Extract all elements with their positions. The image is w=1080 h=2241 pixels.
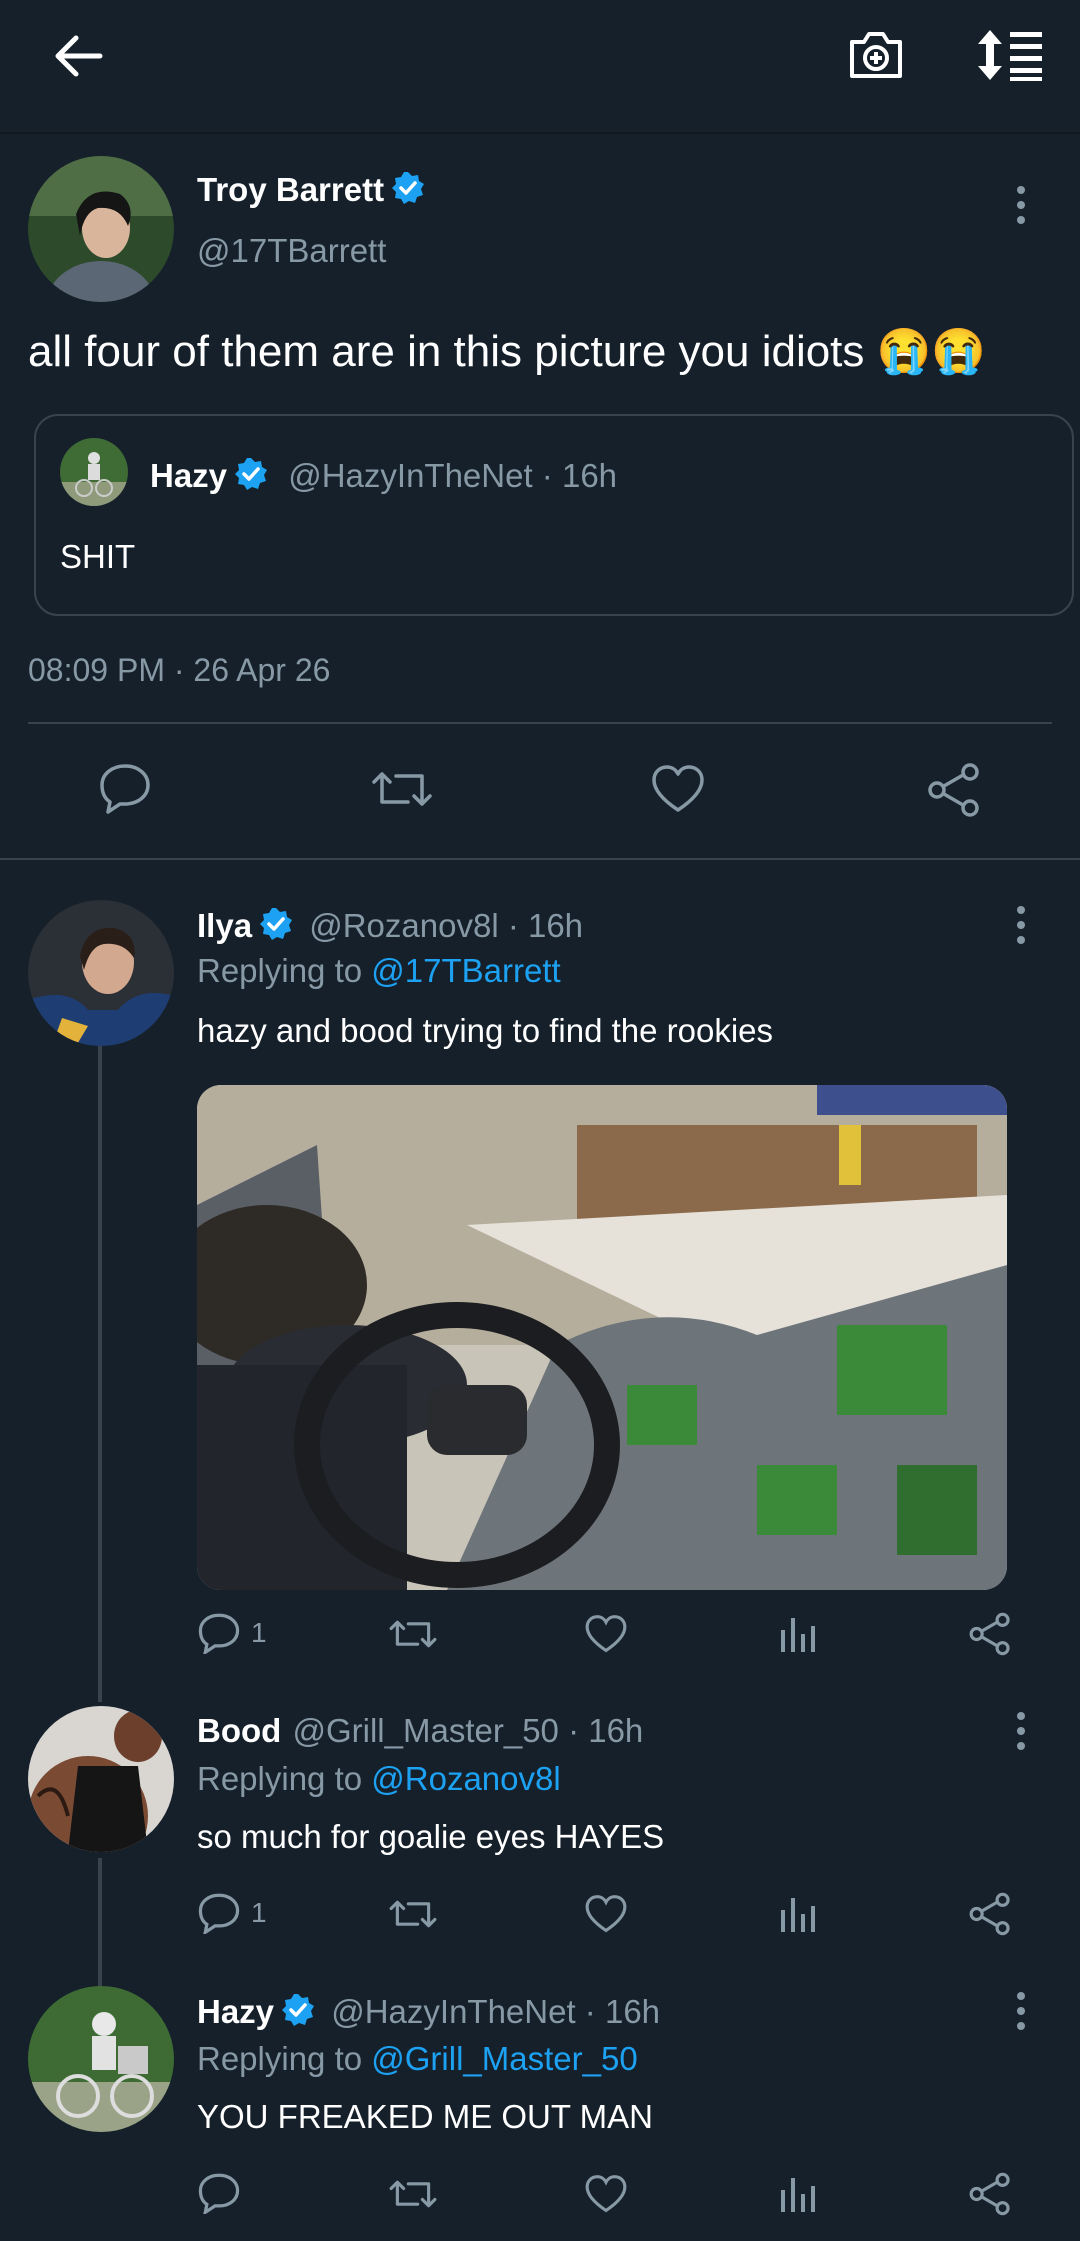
verified-badge-icon (390, 170, 426, 214)
share-icon[interactable] (926, 762, 982, 818)
replying-to-label: Replying to (197, 952, 372, 989)
replying-to-link[interactable]: @17TBarrett (371, 952, 560, 989)
reply-handle-time: @HazyInTheNet · 16h (331, 1993, 661, 2030)
reply-action[interactable] (197, 2172, 251, 2214)
quoted-tweet-text: SHIT (60, 538, 136, 575)
share-icon[interactable] (968, 1612, 1012, 1656)
reply-author-name[interactable]: Ilya (197, 907, 252, 944)
verified-badge-icon (233, 456, 269, 500)
retweet-icon[interactable] (388, 2174, 438, 2214)
avatar[interactable] (28, 900, 174, 1046)
reply-icon[interactable] (98, 762, 152, 814)
thread-connector (98, 1046, 102, 1702)
replying-to-link[interactable]: @Grill_Master_50 (371, 2040, 637, 2077)
retweet-icon[interactable] (388, 1614, 438, 1654)
avatar[interactable] (28, 1706, 174, 1852)
reply-handle-time: @Rozanov8l · 16h (309, 907, 584, 944)
reply-count: 1 (251, 1897, 267, 1928)
reply-text: so much for goalie eyes HAYES (197, 1818, 665, 1855)
reply-count: 1 (251, 1617, 267, 1648)
reply-text: hazy and bood trying to find the rookies (197, 1012, 774, 1049)
sort-list-icon[interactable] (976, 28, 1046, 82)
avatar[interactable] (28, 156, 174, 302)
divider (0, 858, 1080, 860)
share-icon[interactable] (968, 1892, 1012, 1936)
like-icon[interactable] (584, 1894, 628, 1934)
reply-author-name[interactable]: Bood (197, 1712, 281, 1749)
like-icon[interactable] (650, 764, 706, 814)
replying-to-link[interactable]: @Rozanov8l (371, 1760, 560, 1797)
analytics-icon[interactable] (778, 1894, 818, 1934)
more-options-icon[interactable] (1006, 180, 1036, 230)
more-options-icon[interactable] (1006, 900, 1036, 950)
author-handle: @17TBarrett (197, 232, 387, 269)
author-name[interactable]: Troy Barrett (197, 171, 384, 208)
reply-handle-time: @Grill_Master_50 · 16h (292, 1712, 644, 1749)
reply-text: YOU FREAKED ME OUT MAN (197, 2098, 653, 2135)
reply-media-image[interactable] (197, 1085, 1007, 1590)
top-bar (0, 0, 1080, 134)
replying-to-label: Replying to (197, 2040, 372, 2077)
reply-action[interactable]: 1 (197, 1612, 267, 1654)
avatar[interactable] (28, 1986, 174, 2132)
quoted-tweet-card[interactable]: Hazy @HazyInTheNet · 16h SHIT (34, 414, 1074, 616)
retweet-icon[interactable] (388, 1894, 438, 1934)
more-options-icon[interactable] (1006, 1986, 1036, 2036)
analytics-icon[interactable] (778, 2174, 818, 2214)
verified-badge-icon (258, 906, 294, 950)
reply-author-name[interactable]: Hazy (197, 1993, 274, 2030)
avatar (60, 438, 128, 506)
more-options-icon[interactable] (1006, 1706, 1036, 1756)
replying-to-label: Replying to (197, 1760, 372, 1797)
share-icon[interactable] (968, 2172, 1012, 2216)
like-icon[interactable] (584, 1614, 628, 1654)
thread-connector (98, 1858, 102, 1988)
tweet-timestamp: 08:09 PM · 26 Apr 26 (28, 652, 331, 688)
reply-action[interactable]: 1 (197, 1892, 267, 1934)
quoted-author-name: Hazy (150, 457, 228, 494)
arrow-left-icon[interactable] (52, 34, 104, 78)
quoted-handle-time: @HazyInTheNet · 16h (288, 457, 618, 494)
like-icon[interactable] (584, 2174, 628, 2214)
retweet-icon[interactable] (370, 764, 434, 814)
tweet-text: all four of them are in this picture you… (28, 327, 987, 376)
camera-plus-icon[interactable] (846, 24, 906, 84)
divider (28, 722, 1052, 724)
analytics-icon[interactable] (778, 1614, 818, 1654)
verified-badge-icon (280, 1992, 316, 2036)
